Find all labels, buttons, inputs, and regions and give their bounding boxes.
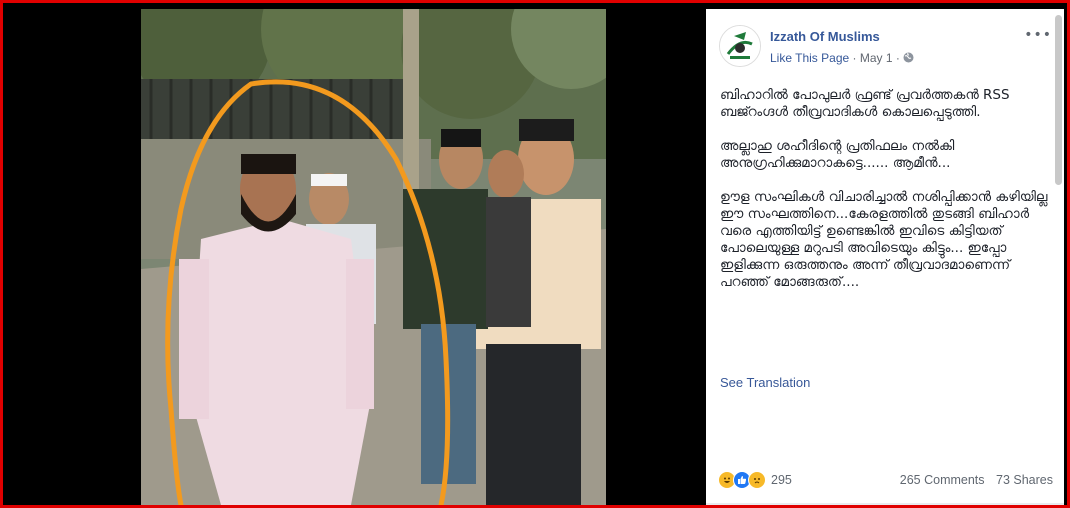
page-logo-icon (720, 26, 760, 66)
post-paragraph-2: അല്ലാഹു ശഹീദിന്റെ പ്രതിഫലം നൽകി അനുഗ്രഹി… (720, 138, 955, 171)
post-paragraph-1: ബിഹാറിൽ പോപുലർ ഫ്രണ്ട് പ്രവർത്തകൻ RSS ബജ… (720, 87, 1010, 120)
reactions-summary[interactable]: 295 (718, 471, 792, 489)
more-options-icon[interactable]: ••• (1024, 27, 1052, 43)
scrollbar[interactable] (1055, 15, 1062, 185)
post-body: ബിഹാറിൽ പോപുലർ ഫ്രണ്ട് പ്രവർത്തകൻ RSS ബജ… (720, 87, 1050, 308)
see-translation-link[interactable]: See Translation (720, 375, 810, 390)
comments-count-link[interactable]: 265 Comments (900, 473, 985, 487)
post-date[interactable]: May 1 (860, 51, 893, 65)
post-panel: Izzath Of Muslims Like This Page · May 1… (706, 9, 1064, 505)
reaction-count: 295 (771, 473, 792, 487)
post-meta: Like This Page · May 1 · (770, 51, 914, 65)
post-photo[interactable] (131, 3, 631, 505)
post-stats: 265 Comments 73 Shares (892, 473, 1053, 487)
page-avatar[interactable] (719, 25, 761, 67)
sad-reaction-icon (748, 471, 766, 489)
globe-icon (903, 51, 914, 65)
shares-count-link[interactable]: 73 Shares (996, 473, 1053, 487)
photo-illustration (131, 3, 631, 505)
post-footer: 295 265 Comments 73 Shares (718, 471, 1053, 491)
meta-separator: · (852, 51, 857, 65)
panel-divider (706, 503, 1064, 505)
meta-separator-2: · (895, 51, 900, 65)
page-name-link[interactable]: Izzath Of Muslims (770, 29, 880, 44)
like-page-link[interactable]: Like This Page (770, 51, 849, 65)
post-paragraph-3: ഊള സംഘികൾ വിചാരിച്ചാൽ നശിപ്പിക്കാൻ കഴിയി… (720, 189, 1048, 290)
screenshot-frame: Izzath Of Muslims Like This Page · May 1… (0, 0, 1070, 508)
